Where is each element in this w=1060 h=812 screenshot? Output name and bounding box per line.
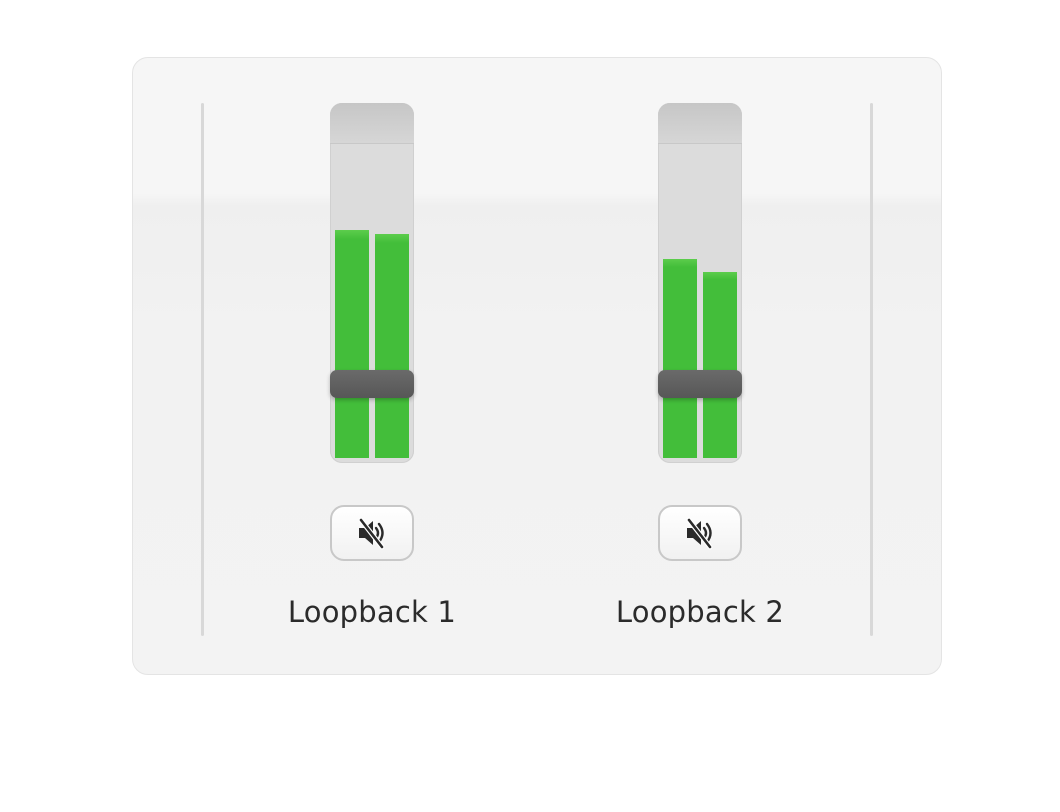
volume-fader-handle[interactable] bbox=[330, 370, 414, 398]
meter-bar-right bbox=[703, 272, 737, 458]
mute-button[interactable] bbox=[658, 505, 742, 561]
meter-bar-left bbox=[663, 259, 697, 458]
meter-bar-right bbox=[375, 234, 409, 458]
meter-cap bbox=[330, 103, 414, 144]
channel-label: Loopback 1 bbox=[287, 595, 457, 629]
panel-divider-left bbox=[201, 103, 204, 636]
meter-cap bbox=[658, 103, 742, 144]
level-meter bbox=[658, 103, 742, 463]
speaker-muted-icon bbox=[358, 517, 385, 550]
mute-button[interactable] bbox=[330, 505, 414, 561]
volume-fader-handle[interactable] bbox=[658, 370, 742, 398]
level-meter bbox=[330, 103, 414, 463]
channel-label: Loopback 2 bbox=[615, 595, 785, 629]
mixer-panel bbox=[132, 57, 942, 675]
meter-bar-left bbox=[335, 230, 369, 458]
speaker-muted-icon bbox=[686, 517, 713, 550]
panel-divider-right bbox=[870, 103, 873, 636]
